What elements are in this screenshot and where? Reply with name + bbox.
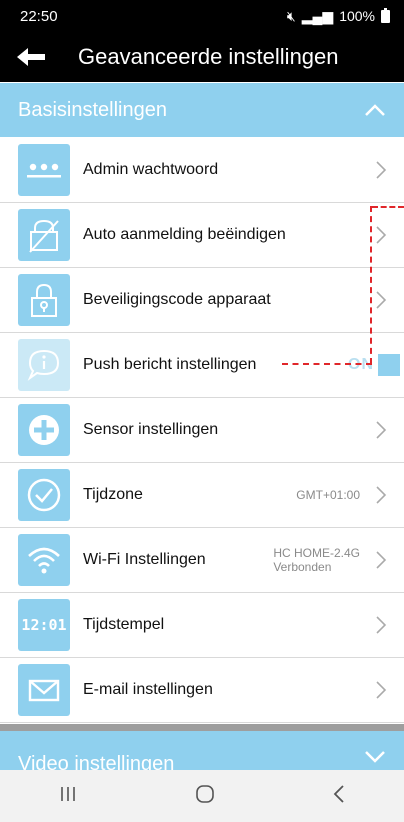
chevron-right-icon xyxy=(370,160,392,180)
app-bar: Geavanceerde instellingen xyxy=(0,32,404,82)
row-label: Beveiligingscode apparaat xyxy=(83,291,271,308)
section-divider xyxy=(0,724,404,731)
row-label: Sensor instellingen xyxy=(83,421,219,438)
recent-apps-icon xyxy=(61,786,75,801)
home-button[interactable] xyxy=(194,783,216,810)
recent-apps-button[interactable] xyxy=(58,785,78,808)
timezone-value: GMT+01:00 xyxy=(296,488,360,502)
page-title: Geavanceerde instellingen xyxy=(78,44,339,69)
chevron-down-icon xyxy=(365,751,385,763)
back-arrow-icon xyxy=(17,48,45,66)
section-header-basic[interactable]: Basisinstellingen xyxy=(0,83,404,137)
back-nav-button[interactable] xyxy=(332,784,346,809)
back-button[interactable] xyxy=(0,32,64,82)
status-time: 22:50 xyxy=(20,7,58,25)
status-bar: 22:50 🔇︎ ▂▄▆ 100% xyxy=(0,0,404,32)
chevron-right-icon xyxy=(370,680,392,700)
email-icon xyxy=(18,664,70,716)
row-label: Wi-Fi Instellingen xyxy=(83,551,206,568)
push-message-icon xyxy=(18,339,70,391)
section-header-video[interactable]: Video instellingen xyxy=(0,731,404,770)
row-label: Push bericht instellingen xyxy=(83,356,257,373)
battery-icon xyxy=(381,7,390,23)
auto-login-off-icon xyxy=(18,209,70,261)
system-nav-bar xyxy=(0,770,404,822)
signal-icon: ▂▄▆ xyxy=(301,7,334,24)
timestamp-icon: 12:01 xyxy=(18,599,70,651)
chevron-right-icon xyxy=(370,550,392,570)
annotation-line xyxy=(370,206,372,364)
row-label: Auto aanmelding beëindigen xyxy=(83,226,286,243)
settings-row-sensor[interactable]: Sensor instellingen xyxy=(0,398,404,463)
row-label: Tijdzone xyxy=(83,486,143,503)
settings-list: Admin wachtwoord Auto aanmelding beëindi… xyxy=(0,138,404,723)
settings-row-timezone[interactable]: Tijdzone GMT+01:00 xyxy=(0,463,404,528)
security-lock-icon xyxy=(18,274,70,326)
wifi-ssid: HC HOME-2.4G xyxy=(273,546,360,560)
chevron-right-icon xyxy=(370,225,392,245)
section-title: Basisinstellingen xyxy=(18,98,167,121)
timezone-check-icon xyxy=(18,469,70,521)
home-icon xyxy=(196,784,214,803)
settings-row-auto-login[interactable]: Auto aanmelding beëindigen xyxy=(0,203,404,268)
chevron-right-icon xyxy=(370,485,392,505)
wifi-status: HC HOME-2.4G Verbonden xyxy=(273,546,360,574)
timestamp-icon-text: 12:01 xyxy=(21,616,67,634)
wifi-connection-state: Verbonden xyxy=(273,560,332,574)
settings-row-timestamp[interactable]: 12:01 Tijdstempel xyxy=(0,593,404,658)
chevron-up-icon xyxy=(365,104,385,116)
settings-row-push-message[interactable]: Push bericht instellingen ON xyxy=(0,333,404,398)
settings-row-wifi[interactable]: Wi-Fi Instellingen HC HOME-2.4G Verbonde… xyxy=(0,528,404,593)
back-nav-icon xyxy=(333,784,344,803)
chevron-right-icon xyxy=(370,420,392,440)
annotation-line xyxy=(372,206,404,208)
toggle-knob xyxy=(378,354,400,376)
settings-row-email[interactable]: E-mail instellingen xyxy=(0,658,404,723)
settings-row-admin-password[interactable]: Admin wachtwoord xyxy=(0,138,404,203)
section-title: Video instellingen xyxy=(18,753,175,770)
battery-percent: 100% xyxy=(339,8,375,24)
status-icons: 🔇︎ ▂▄▆ 100% xyxy=(286,7,390,25)
row-label: Admin wachtwoord xyxy=(83,161,219,178)
password-dots-icon xyxy=(18,144,70,196)
row-label: E-mail instellingen xyxy=(83,681,213,698)
chevron-right-icon xyxy=(370,290,392,310)
chevron-right-icon xyxy=(370,615,392,635)
row-label: Tijdstempel xyxy=(83,616,165,633)
wifi-icon xyxy=(18,534,70,586)
push-toggle[interactable]: ON xyxy=(348,354,400,376)
sensor-plus-icon xyxy=(18,404,70,456)
mute-icon: 🔇︎ xyxy=(286,7,296,24)
settings-row-security-code[interactable]: Beveiligingscode apparaat xyxy=(0,268,404,333)
annotation-line xyxy=(282,363,372,365)
